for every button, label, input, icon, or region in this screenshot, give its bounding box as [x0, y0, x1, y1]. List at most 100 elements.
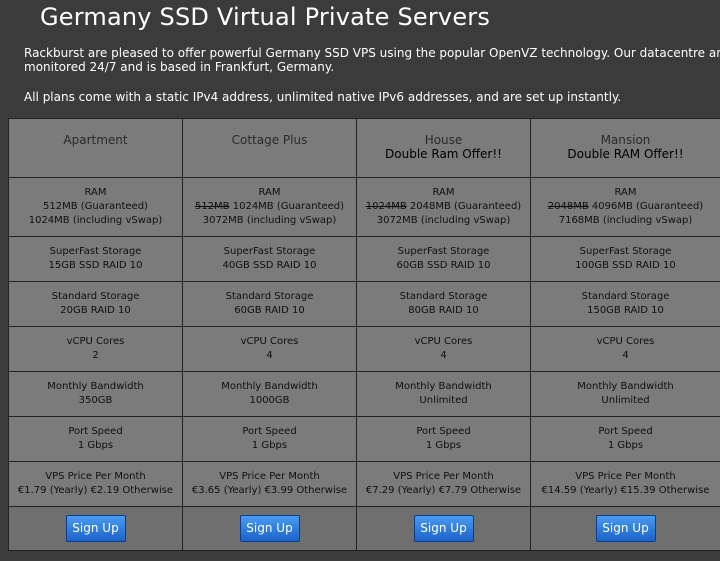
port-speed-row: Port Speed 1 Gbps Port Speed 1 Gbps Port S…	[8, 416, 720, 462]
bandwidth-value: Unlimited	[601, 395, 650, 406]
vcpu-value: 4	[622, 350, 629, 361]
signup-button-house[interactable]: Sign Up	[413, 515, 474, 542]
ssd-storage-row: SuperFast Storage 15GB SSD RAID 10 SuperF…	[8, 236, 720, 282]
vcpu-label: vCPU Cores	[414, 336, 473, 347]
standard-storage-label: Standard Storage	[225, 291, 314, 302]
bandwidth-value: 1000GB	[249, 395, 290, 406]
price-cell: VPS Price Per Month €14.59 (Yearly) €15.3…	[530, 461, 720, 507]
standard-storage-cell: Standard Storage 150GB RAID 10	[530, 281, 720, 327]
vcpu-label: vCPU Cores	[66, 336, 125, 347]
price-label: VPS Price Per Month	[393, 471, 494, 482]
signup-button-cottage-plus[interactable]: Sign Up	[239, 515, 300, 542]
port-speed-value: 1 Gbps	[77, 440, 114, 451]
standard-storage-value: 20GB RAID 10	[60, 305, 131, 316]
bandwidth-label: Monthly Bandwidth	[47, 381, 144, 392]
vcpu-cell: vCPU Cores 4	[356, 326, 531, 372]
ssd-storage-label: SuperFast Storage	[223, 246, 316, 257]
bandwidth-label: Monthly Bandwidth	[395, 381, 492, 392]
price-cell: VPS Price Per Month €1.79 (Yearly) €2.19 …	[8, 461, 183, 507]
standard-storage-value: 60GB RAID 10	[234, 305, 305, 316]
port-speed-value: 1 Gbps	[425, 440, 462, 451]
ram-label: RAM	[84, 187, 107, 198]
ssd-storage-cell: SuperFast Storage 40GB SSD RAID 10	[182, 236, 357, 282]
ssd-storage-cell: SuperFast Storage 15GB SSD RAID 10	[8, 236, 183, 282]
ssd-storage-value: 40GB SSD RAID 10	[222, 260, 317, 271]
port-speed-label: Port Speed	[598, 426, 653, 437]
ram-cell: RAM 512MB 1024MB (Guaranteed) 3072MB (in…	[182, 177, 357, 237]
signup-button-apartment[interactable]: Sign Up	[65, 515, 126, 542]
standard-storage-cell: Standard Storage 80GB RAID 10	[356, 281, 531, 327]
standard-storage-label: Standard Storage	[581, 291, 670, 302]
bandwidth-label: Monthly Bandwidth	[221, 381, 318, 392]
price-value: €14.59 (Yearly) €15.39 Otherwise	[541, 485, 710, 496]
bandwidth-label: Monthly Bandwidth	[577, 381, 674, 392]
ram-value: 4096MB (Guaranteed)	[591, 201, 704, 212]
plan-header-house: House Double Ram Offer!!	[356, 118, 531, 178]
port-speed-cell: Port Speed 1 Gbps	[356, 416, 531, 462]
ram-vswap: 3072MB (including vSwap)	[376, 215, 511, 226]
standard-storage-cell: Standard Storage 20GB RAID 10	[8, 281, 183, 327]
signup-button-mansion[interactable]: Sign Up	[595, 515, 656, 542]
price-label: VPS Price Per Month	[575, 471, 676, 482]
ssd-storage-cell: SuperFast Storage 60GB SSD RAID 10	[356, 236, 531, 282]
ram-vswap: 7168MB (including vSwap)	[558, 215, 693, 226]
price-value: €7.29 (Yearly) €7.79 Otherwise	[365, 485, 522, 496]
signup-row: Sign Up Sign Up Sign Up Sign Up	[8, 506, 720, 551]
price-value: €1.79 (Yearly) €2.19 Otherwise	[17, 485, 174, 496]
price-value: €3.65 (Yearly) €3.99 Otherwise	[191, 485, 348, 496]
port-speed-cell: Port Speed 1 Gbps	[8, 416, 183, 462]
plan-name-row: Apartment Cottage Plus House Double Ram …	[8, 118, 720, 178]
port-speed-label: Port Speed	[416, 426, 471, 437]
ram-cell: RAM 2048MB 4096MB (Guaranteed) 7168MB (i…	[530, 177, 720, 237]
port-speed-label: Port Speed	[242, 426, 297, 437]
vcpu-value: 4	[266, 350, 273, 361]
ram-value: 512MB (Guaranteed)	[43, 201, 148, 212]
bandwidth-value: 350GB	[78, 395, 113, 406]
ram-old-value: 512MB	[194, 201, 230, 212]
price-cell: VPS Price Per Month €3.65 (Yearly) €3.99 …	[182, 461, 357, 507]
signup-cell: Sign Up	[8, 506, 183, 551]
ram-label: RAM	[614, 187, 637, 198]
bandwidth-cell: Monthly Bandwidth Unlimited	[530, 371, 720, 417]
page: Germany SSD Virtual Private Servers Rack…	[0, 0, 720, 561]
vcpu-value: 2	[92, 350, 99, 361]
bandwidth-value: Unlimited	[419, 395, 468, 406]
port-speed-value: 1 Gbps	[251, 440, 288, 451]
intro-text: Rackburst are pleased to offer powerful …	[24, 46, 720, 74]
ram-old-value: 2048MB	[547, 201, 589, 212]
ssd-storage-cell: SuperFast Storage 100GB SSD RAID 10	[530, 236, 720, 282]
bandwidth-cell: Monthly Bandwidth 1000GB	[182, 371, 357, 417]
ram-old-value: 1024MB	[365, 201, 407, 212]
intro-line-1: Rackburst are pleased to offer powerful …	[24, 46, 720, 60]
plan-header-apartment: Apartment	[8, 118, 183, 178]
ram-cell: RAM 512MB (Guaranteed) 1024MB (including…	[8, 177, 183, 237]
bandwidth-row: Monthly Bandwidth 350GB Monthly Bandwidth…	[8, 371, 720, 417]
port-speed-label: Port Speed	[68, 426, 123, 437]
plan-offer: Double Ram Offer!!	[385, 147, 502, 161]
ram-cell: RAM 1024MB 2048MB (Guaranteed) 3072MB (i…	[356, 177, 531, 237]
port-speed-cell: Port Speed 1 Gbps	[182, 416, 357, 462]
standard-storage-label: Standard Storage	[51, 291, 140, 302]
price-cell: VPS Price Per Month €7.29 (Yearly) €7.79 …	[356, 461, 531, 507]
plans-note: All plans come with a static IPv4 addres…	[24, 90, 622, 104]
ram-vswap: 1024MB (including vSwap)	[28, 215, 163, 226]
vcpu-label: vCPU Cores	[240, 336, 299, 347]
vcpu-cell: vCPU Cores 4	[182, 326, 357, 372]
ssd-storage-label: SuperFast Storage	[49, 246, 142, 257]
plans-table: Apartment Cottage Plus House Double Ram …	[8, 118, 720, 551]
ram-value: 2048MB (Guaranteed)	[409, 201, 522, 212]
plan-header-cottage-plus: Cottage Plus	[182, 118, 357, 178]
ssd-storage-value: 100GB SSD RAID 10	[575, 260, 676, 271]
signup-cell: Sign Up	[530, 506, 720, 551]
vcpu-cell: vCPU Cores 4	[530, 326, 720, 372]
ssd-storage-label: SuperFast Storage	[397, 246, 490, 257]
plan-name: Mansion	[600, 133, 651, 147]
price-label: VPS Price Per Month	[45, 471, 146, 482]
bandwidth-cell: Monthly Bandwidth 350GB	[8, 371, 183, 417]
price-row: VPS Price Per Month €1.79 (Yearly) €2.19 …	[8, 461, 720, 507]
bandwidth-cell: Monthly Bandwidth Unlimited	[356, 371, 531, 417]
page-title: Germany SSD Virtual Private Servers	[40, 3, 491, 31]
price-label: VPS Price Per Month	[219, 471, 320, 482]
ram-row: RAM 512MB (Guaranteed) 1024MB (including…	[8, 177, 720, 237]
vcpu-row: vCPU Cores 2 vCPU Cores 4 vCPU Cores 4 vCPU…	[8, 326, 720, 372]
